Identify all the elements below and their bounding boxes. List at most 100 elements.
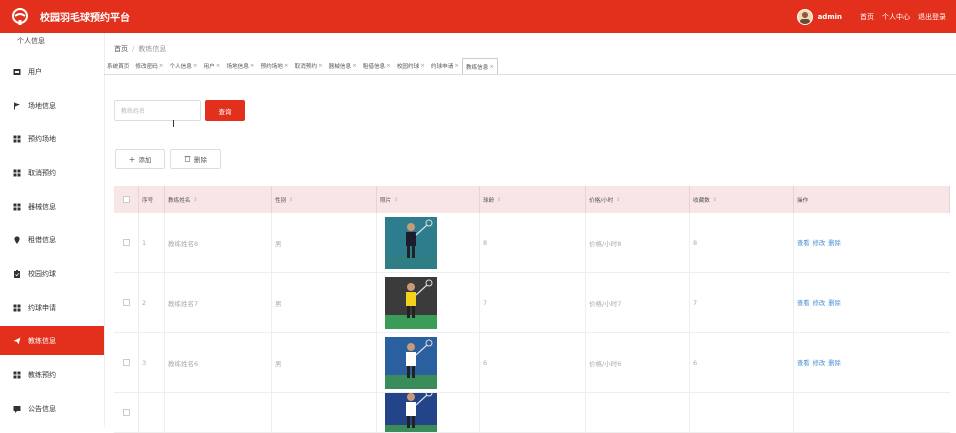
column-header-price[interactable]: 价格/小时⇕ [586,186,690,213]
delete-link[interactable]: 删除 [828,240,841,247]
logout-link[interactable]: 退出登录 [918,12,946,22]
column-header-gender[interactable]: 性别⇕ [272,186,377,213]
coach-photo[interactable] [385,337,437,389]
sidebar-item-9[interactable]: 教练信息 [0,326,104,355]
sidebar-item-label: 租借信息 [28,235,56,245]
cell-name [165,393,272,432]
sort-icon[interactable]: ⇕ [193,197,197,203]
tab-1[interactable]: 系统首页 [104,58,132,74]
delete-link[interactable]: 删除 [828,360,841,367]
delete-button[interactable]: 删除 [170,149,221,169]
search-button[interactable]: 查询 [205,100,245,121]
edit-link[interactable]: 修改 [813,240,826,247]
cell-photo [377,213,480,272]
sidebar-item-profile[interactable]: 个人信息 [17,36,45,46]
view-link[interactable]: 查看 [797,360,810,367]
close-icon[interactable]: × [489,64,494,70]
tab-12[interactable]: 教练信息× [462,58,498,74]
tab-label: 器械信息 [329,62,351,70]
add-button[interactable]: +添加 [115,149,165,169]
view-link[interactable]: 查看 [797,240,810,247]
sort-icon[interactable]: ⇕ [289,197,293,203]
sort-icon[interactable]: ⇕ [394,197,398,203]
sidebar-item-6[interactable]: 租借信息 [0,225,104,254]
sidebar-item-2[interactable]: 场地信息 [0,91,104,120]
username[interactable]: admin [818,13,842,21]
tab-label: 修改密码 [135,62,157,70]
tab-label: 场地信息 [226,62,248,70]
sidebar-item-label: 器械信息 [28,202,56,212]
cell-actions: 查看修改删除 [794,333,950,392]
coach-photo[interactable] [385,217,437,269]
nav-profile-link[interactable]: 个人中心 [882,12,910,22]
row-checkbox[interactable] [123,239,130,246]
coach-table: 序号 教练姓名⇕ 性别⇕ 照片⇕ 球龄⇕ 价格/小时⇕ 收藏数⇕ 操作 1教练姓… [114,186,950,433]
tab-10[interactable]: 校园约球× [394,58,428,74]
coach-photo[interactable] [385,277,437,329]
coach-photo[interactable] [385,393,437,433]
message-icon [13,405,21,413]
sort-icon[interactable]: ⇕ [616,197,620,203]
coach-name-search-input[interactable]: 教练姓名 [114,100,201,121]
close-icon[interactable]: × [386,63,391,69]
close-icon[interactable]: × [159,63,164,69]
tab-label: 教练信息 [466,63,488,71]
sidebar-item-8[interactable]: 约球申请 [0,293,104,322]
cell-price: 价格/小时8 [586,213,690,272]
tab-5[interactable]: 场地信息× [223,58,257,74]
column-header-name[interactable]: 教练姓名⇕ [165,186,272,213]
column-header-age[interactable]: 球龄⇕ [480,186,586,213]
row-checkbox[interactable] [123,359,130,366]
view-link[interactable]: 查看 [797,300,810,307]
edit-link[interactable]: 修改 [813,360,826,367]
close-icon[interactable]: × [193,63,198,69]
cell-gender: 男 [272,213,377,272]
cell-gender [272,393,377,432]
sort-icon[interactable]: ⇕ [713,197,717,203]
tab-2[interactable]: 修改密码× [132,58,166,74]
sidebar-item-7[interactable]: 校园约球 [0,259,104,288]
sidebar-item-1[interactable]: 用户 [0,57,104,86]
column-header-photo[interactable]: 照片⇕ [377,186,480,213]
sidebar-item-11[interactable]: 公告信息 [0,394,104,423]
row-checkbox[interactable] [123,409,130,416]
grid-icon [13,169,21,177]
delete-link[interactable]: 删除 [828,300,841,307]
close-icon[interactable]: × [454,63,459,69]
sidebar-item-10[interactable]: 教练预约 [0,360,104,389]
close-icon[interactable]: × [420,63,425,69]
grid-icon [13,371,21,379]
tab-label: 预约场地 [261,62,283,70]
sort-icon[interactable]: ⇕ [497,197,501,203]
select-all-checkbox[interactable] [123,196,130,203]
sidebar-item-label: 教练信息 [28,336,56,346]
edit-link[interactable]: 修改 [813,300,826,307]
tab-7[interactable]: 取消预约× [292,58,326,74]
tab-4[interactable]: 用户× [201,58,224,74]
breadcrumb-home[interactable]: 首页 [114,45,128,53]
cell-actions: 查看修改删除 [794,273,950,332]
close-icon[interactable]: × [352,63,357,69]
tab-label: 约球申请 [431,62,453,70]
close-icon[interactable]: × [250,63,255,69]
tab-9[interactable]: 租借信息× [360,58,394,74]
close-icon[interactable]: × [216,63,221,69]
tab-11[interactable]: 约球申请× [428,58,462,74]
close-icon[interactable]: × [284,63,289,69]
close-icon[interactable]: × [318,63,323,69]
cell-photo [377,333,480,392]
cell-index: 3 [139,333,165,392]
nav-home-link[interactable]: 首页 [860,12,874,22]
sidebar-item-5[interactable]: 器械信息 [0,192,104,221]
tab-6[interactable]: 预约场地× [258,58,292,74]
tab-3[interactable]: 个人信息× [166,58,200,74]
column-header-favorites[interactable]: 收藏数⇕ [690,186,794,213]
avatar[interactable] [797,9,813,25]
tab-8[interactable]: 器械信息× [326,58,360,74]
breadcrumb-current: 教练信息 [138,45,166,53]
cell-index [139,393,165,432]
row-checkbox[interactable] [123,299,130,306]
table-row: 1教练姓名8男8价格/小时88查看修改删除 [114,213,950,273]
sidebar-item-4[interactable]: 取消预约 [0,158,104,187]
sidebar-item-3[interactable]: 预约场地 [0,124,104,153]
